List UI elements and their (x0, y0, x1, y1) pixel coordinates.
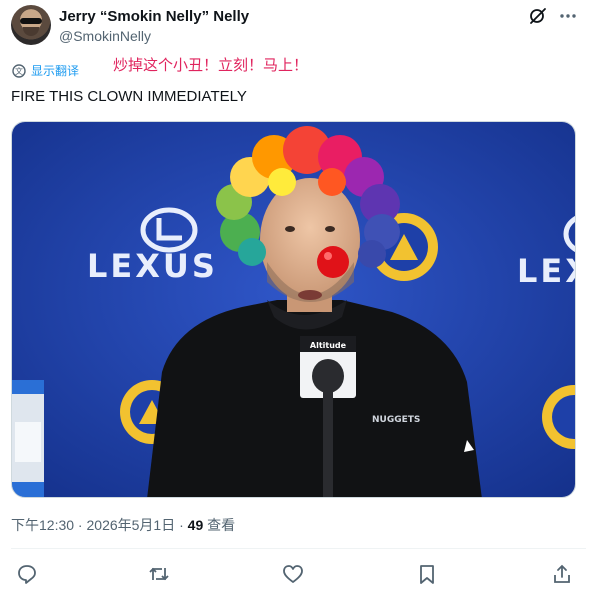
tweet-media[interactable]: LEXUS LEXUS NUGG (11, 121, 576, 498)
show-translation-label: 显示翻译 (31, 64, 80, 78)
author-display-name[interactable]: Jerry “Smokin Nelly” Nelly (59, 8, 249, 25)
mic-flag-text: Altitude (310, 341, 347, 350)
views-count: 49 (187, 517, 204, 533)
clown-nose (317, 246, 349, 278)
press-conference-photo: LEXUS LEXUS NUGG (12, 122, 576, 497)
share-icon[interactable] (551, 563, 573, 585)
divider (11, 548, 586, 549)
avatar[interactable] (11, 5, 51, 45)
retweet-icon[interactable] (148, 563, 170, 585)
like-icon[interactable] (282, 563, 304, 585)
grok-icon[interactable] (528, 6, 548, 26)
svg-text:文: 文 (15, 66, 23, 76)
avatar-glasses (20, 18, 42, 24)
tweet-text: FIRE THIS CLOWN IMMEDIATELY (11, 88, 247, 105)
bookmark-icon[interactable] (416, 563, 438, 585)
author-handle[interactable]: @SmokinNelly (59, 28, 151, 44)
avatar-beard (23, 27, 39, 36)
tweet-timestamp: 下午12:30 · 2026年5月1日 · 49 查看 (11, 515, 235, 535)
more-icon[interactable] (558, 6, 578, 26)
meta-separator: · (74, 517, 87, 533)
translate-icon: 文 (12, 63, 26, 78)
show-translation-button[interactable]: 文 显示翻译 (11, 62, 79, 79)
tweet-time[interactable]: 下午12:30 (11, 517, 74, 533)
translation-annotation: 炒掉这个小丑！立刻！马上！ (113, 57, 309, 74)
water-bottle (12, 380, 44, 497)
views-label: 查看 (203, 517, 236, 533)
lexus-wordmark-left: LEXUS (87, 247, 218, 285)
tweet-date[interactable]: 2026年5月1日 (87, 517, 176, 533)
lexus-wordmark-right: LEXUS (517, 252, 576, 290)
shirt-logo: NUGGETS (372, 415, 420, 425)
reply-icon[interactable] (16, 563, 38, 585)
meta-separator: · (175, 517, 188, 533)
